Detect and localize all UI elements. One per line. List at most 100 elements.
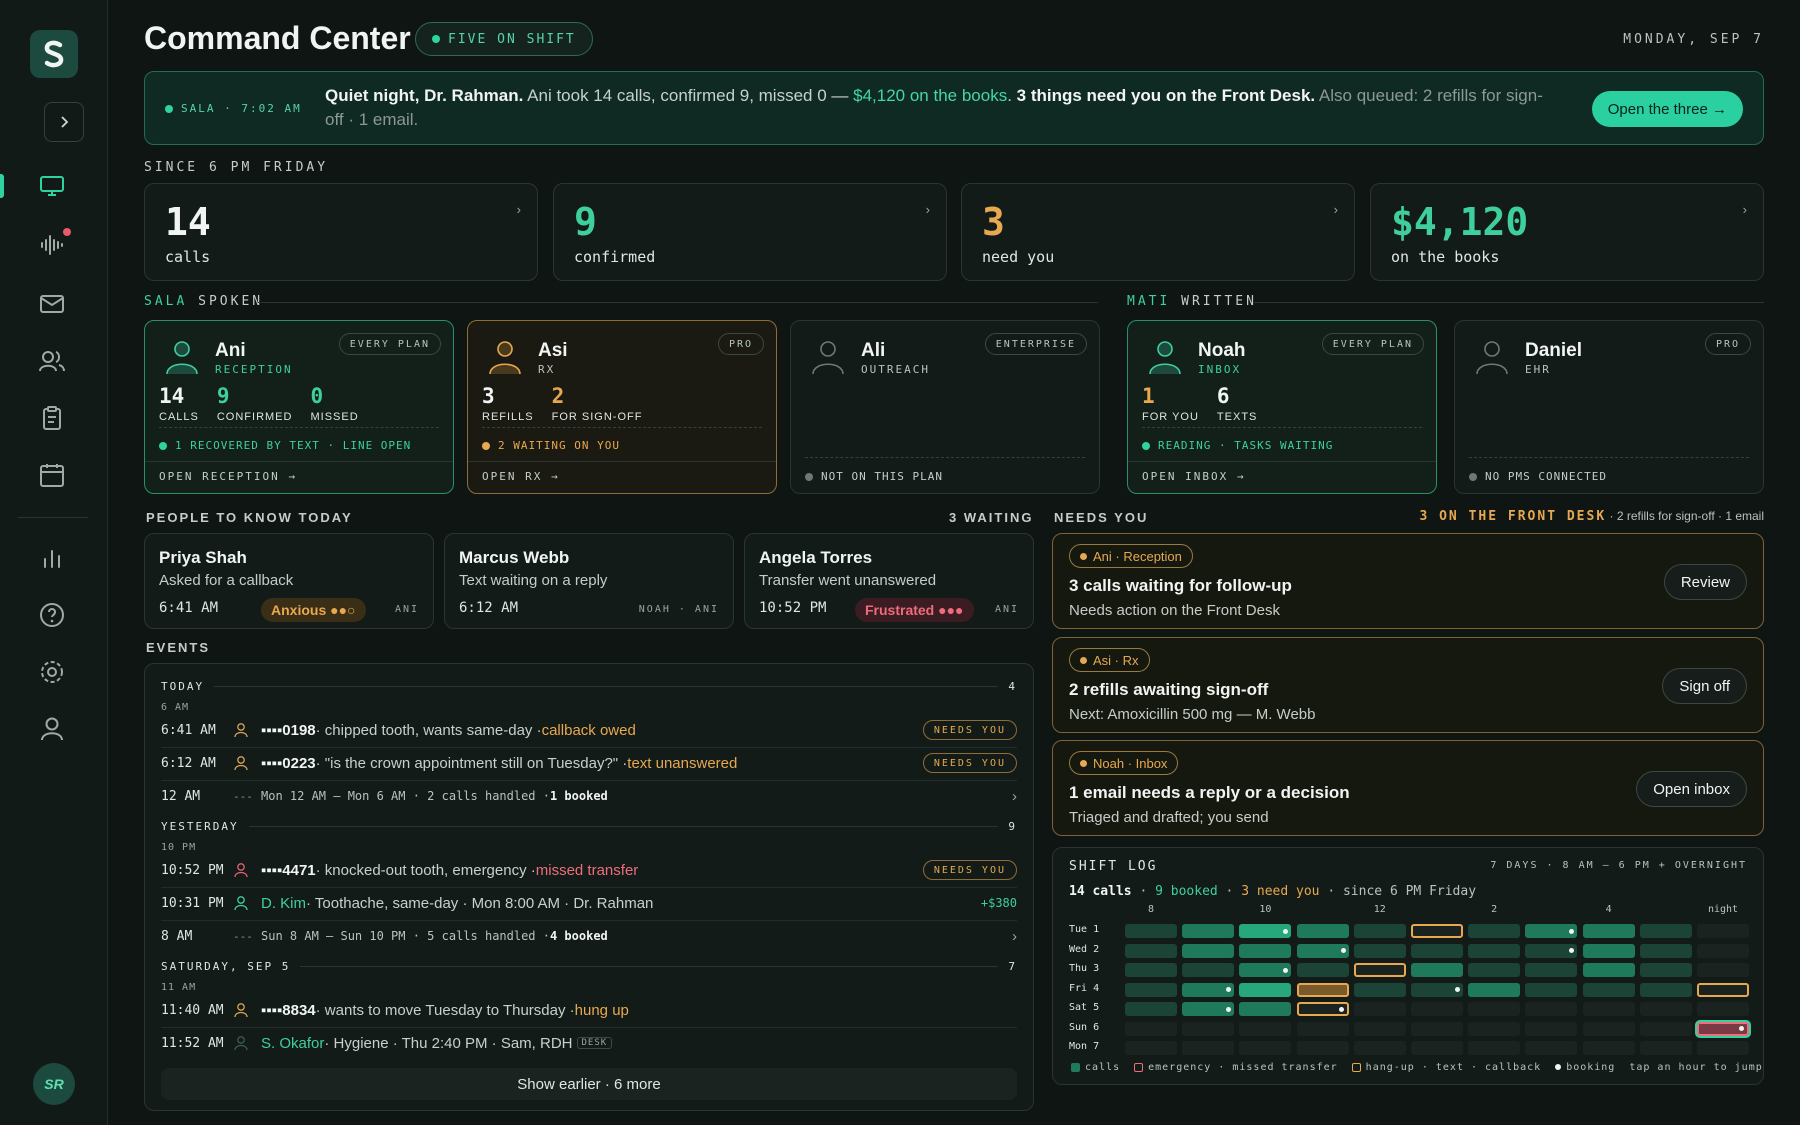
heatmap-cell[interactable] [1182, 963, 1235, 977]
help-icon[interactable] [38, 601, 66, 629]
heatmap-cell[interactable] [1697, 924, 1749, 938]
summary-row[interactable]: 12 AM --- Mon 12 AM – Mon 6 AM · 2 calls… [161, 780, 1017, 812]
open-the-three-button[interactable]: Open the three → [1591, 91, 1743, 127]
heatmap-cell[interactable] [1697, 1002, 1749, 1016]
open-inbox-link[interactable]: OPEN INBOX → [1128, 461, 1436, 493]
event-row[interactable]: 11:52 AM S. Okafor · Hygiene · Thu 2:40 … [161, 1027, 1017, 1059]
needs-card[interactable]: Asi · Rx 2 refills awaiting sign-off Nex… [1052, 637, 1764, 733]
heatmap-cell[interactable] [1697, 1021, 1749, 1036]
heatmap-cell[interactable] [1353, 1041, 1406, 1055]
heatmap-cell[interactable] [1125, 1021, 1177, 1036]
heatmap-cell[interactable] [1525, 963, 1578, 977]
profile-icon[interactable] [38, 715, 66, 743]
heatmap-cell[interactable] [1125, 943, 1177, 958]
heatmap-cell[interactable] [1639, 963, 1692, 977]
show-earlier-button[interactable]: Show earlier · 6 more [161, 1068, 1017, 1100]
kpi-calls-card[interactable]: 14 calls › [144, 183, 538, 281]
heatmap-cell[interactable] [1525, 1041, 1578, 1055]
heatmap-cell[interactable] [1468, 924, 1521, 938]
heatmap-cell[interactable] [1525, 924, 1578, 938]
heatmap-cell[interactable] [1468, 1021, 1521, 1036]
app-logo[interactable] [30, 30, 78, 78]
heatmap-cell[interactable] [1182, 1002, 1235, 1016]
heatmap-cell[interactable] [1296, 1002, 1349, 1016]
kpi-need-you-card[interactable]: 3 need you › [961, 183, 1355, 281]
heatmap-cell[interactable] [1411, 1002, 1463, 1016]
heatmap-cell[interactable] [1697, 943, 1749, 958]
heatmap-cell[interactable] [1182, 1021, 1235, 1036]
agent-card-asi[interactable]: Asi RX PRO 3 REFILLS 2 FOR SIGN-OFF 2 WAIT… [467, 320, 777, 494]
heatmap-cell[interactable] [1697, 982, 1749, 997]
calendar-icon[interactable] [38, 461, 66, 489]
heatmap-cell[interactable] [1239, 943, 1292, 958]
heatmap-cell[interactable] [1697, 963, 1749, 977]
monitor-icon[interactable] [38, 172, 66, 200]
agent-card-daniel[interactable]: Daniel EHR PRO NO PMS CONNECTED [1454, 320, 1764, 494]
bar-chart-icon[interactable] [38, 544, 66, 572]
heatmap-cell[interactable] [1296, 924, 1349, 938]
heatmap-cell[interactable] [1296, 943, 1349, 958]
heatmap-cell[interactable] [1525, 943, 1578, 958]
heatmap-cell[interactable] [1639, 924, 1692, 938]
user-avatar[interactable]: SR [33, 1063, 75, 1105]
agent-card-ali[interactable]: Ali OUTREACH ENTERPRISE NOT ON THIS PLAN [790, 320, 1100, 494]
heatmap-cell[interactable] [1582, 982, 1635, 997]
heatmap-cell[interactable] [1468, 1002, 1521, 1016]
heatmap-cell[interactable] [1525, 1002, 1578, 1016]
heatmap-cell[interactable] [1411, 943, 1463, 958]
heatmap-cell[interactable] [1525, 1021, 1578, 1036]
person-card[interactable]: Marcus Webb Text waiting on a reply 6:12… [444, 533, 734, 629]
heatmap-cell[interactable] [1239, 1041, 1292, 1055]
heatmap-cell[interactable] [1182, 924, 1235, 938]
event-row[interactable]: 6:12 AM ▪▪▪▪0223 · "is the crown appoint… [161, 747, 1017, 779]
expand-sidebar-button[interactable] [44, 102, 84, 142]
heatmap-cell[interactable] [1353, 1021, 1406, 1036]
settings-icon[interactable] [38, 658, 66, 686]
heatmap-cell[interactable] [1353, 982, 1406, 997]
person-card[interactable]: Priya Shah Asked for a callback 6:41 AM … [144, 533, 434, 629]
needs-card[interactable]: Ani · Reception 3 calls waiting for foll… [1052, 533, 1764, 629]
sign-off-button[interactable]: Sign off [1662, 668, 1747, 704]
kpi-books-card[interactable]: $4,120 on the books › [1370, 183, 1764, 281]
heatmap-cell[interactable] [1411, 1021, 1463, 1036]
heatmap-cell[interactable] [1411, 982, 1463, 997]
heatmap-cell[interactable] [1125, 1002, 1177, 1016]
heatmap-cell[interactable] [1582, 1021, 1635, 1036]
event-row[interactable]: 11:40 AM ▪▪▪▪8834 · wants to move Tuesda… [161, 994, 1017, 1026]
heatmap-cell[interactable] [1639, 1002, 1692, 1016]
open-reception-link[interactable]: OPEN RECEPTION → [145, 461, 453, 493]
mail-icon[interactable] [38, 290, 66, 318]
heatmap-cell[interactable] [1411, 963, 1463, 977]
heatmap-cell[interactable] [1125, 924, 1177, 938]
heatmap-cell[interactable] [1639, 982, 1692, 997]
heatmap-cell[interactable] [1639, 1041, 1692, 1055]
heatmap-cell[interactable] [1582, 963, 1635, 977]
heatmap-cell[interactable] [1125, 982, 1177, 997]
event-row[interactable]: 10:52 PM ▪▪▪▪4471 · knocked-out tooth, e… [161, 854, 1017, 886]
heatmap-cell[interactable] [1125, 963, 1177, 977]
heatmap-cell[interactable] [1411, 924, 1463, 938]
heatmap-cell[interactable] [1296, 1041, 1349, 1055]
heatmap-cell[interactable] [1639, 943, 1692, 958]
heatmap-cell[interactable] [1411, 1041, 1463, 1055]
heatmap-cell[interactable] [1125, 1041, 1177, 1055]
event-row[interactable]: 6:41 AM ▪▪▪▪0198 · chipped tooth, wants … [161, 714, 1017, 746]
person-card[interactable]: Angela Torres Transfer went unanswered 1… [744, 533, 1034, 629]
heatmap-cell[interactable] [1296, 1021, 1349, 1036]
heatmap-cell[interactable] [1468, 982, 1521, 997]
open-rx-link[interactable]: OPEN RX → [468, 461, 776, 493]
heatmap-cell[interactable] [1239, 963, 1292, 977]
heatmap-cell[interactable] [1525, 982, 1578, 997]
heatmap-cell[interactable] [1582, 1041, 1635, 1055]
clipboard-icon[interactable] [38, 404, 66, 432]
summary-row[interactable]: 8 AM --- Sun 8 AM – Sun 10 PM · 5 calls … [161, 920, 1017, 952]
heatmap-cell[interactable] [1582, 1002, 1635, 1016]
users-icon[interactable] [38, 347, 66, 375]
heatmap-cell[interactable] [1468, 1041, 1521, 1055]
heatmap-cell[interactable] [1239, 924, 1292, 938]
review-button[interactable]: Review [1663, 564, 1747, 600]
open-inbox-button[interactable]: Open inbox [1636, 771, 1747, 807]
heatmap-cell[interactable] [1353, 963, 1406, 977]
heatmap-cell[interactable] [1239, 1002, 1292, 1016]
heatmap-cell[interactable] [1296, 982, 1349, 997]
